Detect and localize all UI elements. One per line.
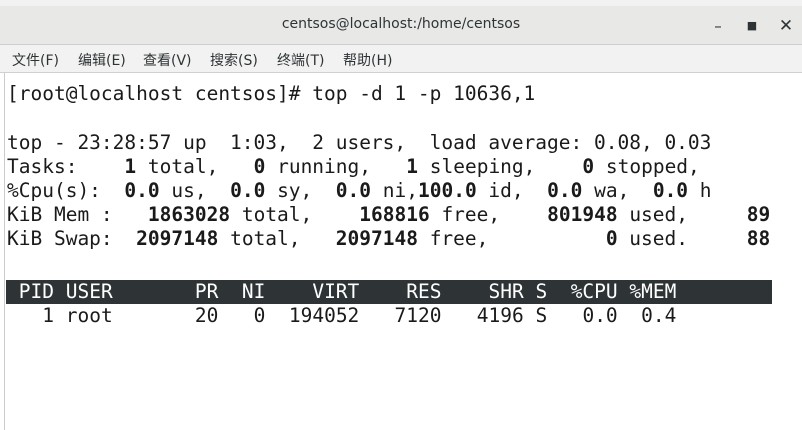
- swap-line: KiB Swap: 2097148 total, 2097148 free, 0…: [7, 227, 770, 251]
- cell-res: 7120: [394, 304, 442, 327]
- swap-total: 2097148: [136, 227, 219, 250]
- mem-used: 801948: [547, 203, 618, 226]
- header-cpu: %CPU: [570, 280, 618, 303]
- menu-view[interactable]: 查看(V): [143, 50, 192, 70]
- tasks-line: Tasks: 1 total, 0 running, 1 sleeping, 0…: [7, 155, 700, 179]
- mem-used-label: used,: [617, 203, 689, 226]
- cell-pid: 1: [42, 304, 54, 327]
- cpu-us: 0.0: [124, 179, 160, 202]
- swap-free: 2097148: [335, 227, 418, 250]
- menu-bar: 文件(F) 编辑(E) 查看(V) 搜索(S) 终端(T) 帮助(H): [0, 45, 802, 73]
- cpu-id: 100.0: [417, 179, 477, 202]
- header-res: RES: [406, 280, 442, 303]
- tasks-stopped: 0: [582, 155, 595, 178]
- cpu-label: %Cpu(s):: [7, 179, 101, 202]
- window-title: centsos@localhost:/home/centsos: [281, 16, 521, 32]
- process-table-header: PID USER PR NI VIRT RES SHR S %CPU %MEM: [6, 280, 772, 304]
- tasks-total: 1: [124, 155, 137, 178]
- tasks-label: Tasks:: [7, 155, 78, 178]
- header-pid: PID: [18, 280, 54, 303]
- maximize-button[interactable]: ■: [741, 15, 763, 37]
- cpu-id-label: id,: [476, 179, 524, 202]
- top-summary-line: top - 23:28:57 up 1:03, 2 users, load av…: [7, 131, 712, 154]
- cell-cpu: 0.0: [582, 304, 618, 327]
- swap-label: KiB Swap:: [7, 227, 113, 250]
- tasks-running: 0: [253, 155, 266, 178]
- title-bar[interactable]: centsos@localhost:/home/centsos – ■ ✕: [0, 6, 802, 45]
- tasks-running-label: running,: [265, 155, 372, 178]
- cell-mem: 0.4: [641, 304, 677, 327]
- cpu-hi-label: h: [688, 179, 712, 202]
- cpu-hi: 0.0: [652, 179, 689, 202]
- tasks-stopped-label: stopped,: [594, 155, 700, 178]
- cpu-ni: 0.0: [335, 179, 372, 202]
- header-virt: VIRT: [312, 280, 360, 303]
- cell-user: root: [65, 304, 113, 327]
- cell-shr: 4196: [476, 304, 524, 327]
- mem-free: 168816: [359, 203, 430, 226]
- minimize-button[interactable]: –: [707, 15, 729, 37]
- cpu-wa: 0.0: [547, 179, 583, 202]
- menu-edit[interactable]: 编辑(E): [78, 50, 126, 70]
- header-row: PID USER PR NI VIRT RES SHR S %CPU %MEM: [7, 280, 677, 304]
- header-mem: %MEM: [629, 280, 677, 303]
- cell-virt: 194052: [288, 304, 360, 327]
- mem-total: 1863028: [147, 203, 231, 226]
- swap-used: 0: [605, 227, 618, 250]
- mem-label: KiB Mem :: [7, 203, 113, 226]
- header-pr: PR: [194, 280, 219, 303]
- cell-pr: 20: [194, 304, 219, 327]
- cpu-sy: 0.0: [230, 179, 266, 202]
- mem-line: KiB Mem : 1863028 total, 168816 free, 80…: [7, 203, 770, 227]
- header-user: USER: [65, 280, 113, 303]
- tasks-total-label: total,: [136, 155, 219, 178]
- menu-search[interactable]: 搜索(S): [210, 50, 258, 70]
- tasks-sleeping-label: sleeping,: [418, 155, 536, 178]
- header-state: S: [535, 280, 548, 303]
- swap-tail: 88: [746, 227, 771, 250]
- terminal-area[interactable]: [root@localhost centsos]# top -d 1 -p 10…: [4, 73, 802, 430]
- mem-total-label: total,: [230, 203, 313, 226]
- cpu-wa-label: wa,: [582, 179, 630, 202]
- cpu-us-label: us,: [159, 179, 207, 202]
- cell-ni: 0: [253, 304, 266, 327]
- swap-free-label: free,: [417, 227, 489, 250]
- cpu-ni-label: ni,: [371, 179, 418, 202]
- mem-tail: 89: [746, 203, 771, 226]
- prompt-line: [root@localhost centsos]# top -d 1 -p 10…: [7, 82, 536, 105]
- menu-help[interactable]: 帮助(H): [343, 50, 392, 70]
- menu-terminal[interactable]: 终端(T): [277, 50, 324, 70]
- cpu-line: %Cpu(s): 0.0 us, 0.0 sy, 0.0 ni,100.0 id…: [7, 179, 712, 203]
- cell-state: S: [535, 304, 548, 327]
- swap-total-label: total,: [218, 227, 301, 250]
- menu-file[interactable]: 文件(F): [12, 50, 59, 70]
- close-button[interactable]: ✕: [775, 15, 797, 37]
- header-ni: NI: [241, 280, 266, 303]
- table-row: 1 root 20 0 194052 7120 4196 S 0.0 0.4: [7, 304, 676, 328]
- swap-used-label: used.: [617, 227, 689, 250]
- header-shr: SHR: [488, 280, 524, 303]
- terminal-window: centsos@localhost:/home/centsos – ■ ✕ 文件…: [0, 6, 802, 430]
- mem-free-label: free,: [429, 203, 501, 226]
- tasks-sleeping: 1: [406, 155, 418, 178]
- cpu-sy-label: sy,: [265, 179, 313, 202]
